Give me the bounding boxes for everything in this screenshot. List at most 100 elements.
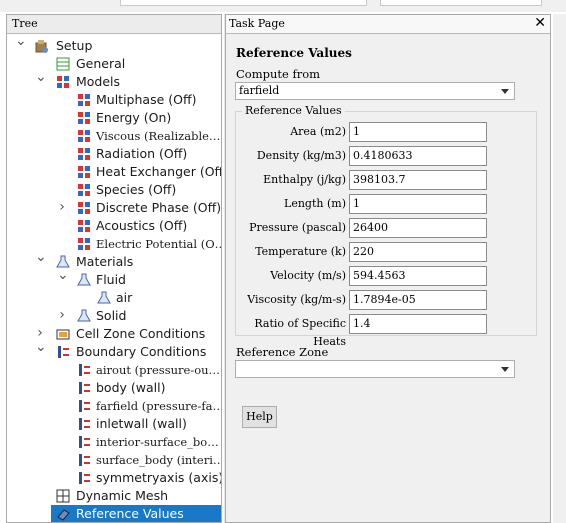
boundary-icon xyxy=(56,345,70,359)
tree-item-label: Heat Exchanger (Off) xyxy=(96,164,222,179)
model-grid-icon xyxy=(77,147,91,161)
boundary-icon xyxy=(77,453,91,467)
tree-item-label: airout (pressure-ou… xyxy=(96,363,221,377)
field-input[interactable]: 1 xyxy=(349,194,487,214)
tree-item-label: air xyxy=(116,290,133,305)
compute-from-value: farfield xyxy=(239,84,280,97)
field-input[interactable]: 1 xyxy=(349,122,487,142)
tree-item[interactable]: airout (pressure-ou… xyxy=(7,361,221,379)
reference-values-icon xyxy=(56,507,70,521)
tree-item-label: Materials xyxy=(76,254,134,269)
field-label: Density (kg/m3) xyxy=(256,149,346,162)
tree-item[interactable]: Energy (On) xyxy=(7,109,221,127)
tree-item-label: body (wall) xyxy=(96,380,166,395)
field-input[interactable]: 594.4563 xyxy=(349,266,487,286)
model-grid-icon xyxy=(77,219,91,233)
tree-item[interactable]: Heat Exchanger (Off) xyxy=(7,163,222,181)
field-label: Pressure (pascal) xyxy=(249,221,346,234)
boundary-icon xyxy=(77,471,91,485)
field-input[interactable]: 0.4180633 xyxy=(349,146,487,166)
tree-item-label: symmetryaxis (axis) xyxy=(96,470,222,485)
dynamic-mesh-icon xyxy=(56,489,70,503)
flask-icon xyxy=(77,273,91,287)
model-grid-icon xyxy=(77,201,91,215)
tree-item[interactable]: farfield (pressure-fa… xyxy=(7,397,222,415)
flask-icon xyxy=(97,291,111,305)
tree-item-label: Discrete Phase (Off) xyxy=(96,200,222,215)
tree-item[interactable]: Species (Off) xyxy=(7,181,221,199)
chevron-down-icon[interactable]: ⌄ xyxy=(57,266,69,284)
tree-item[interactable]: ⌄ Models xyxy=(7,69,221,91)
tree-item[interactable]: symmetryaxis (axis) xyxy=(7,469,222,487)
chevron-right-icon[interactable]: › xyxy=(57,306,67,324)
top-strip xyxy=(0,0,566,12)
tree-item[interactable]: › Discrete Phase (Off) xyxy=(7,198,222,217)
tree-item-label: inletwall (wall) xyxy=(96,416,187,431)
boundary-icon xyxy=(77,399,91,413)
model-grid-icon xyxy=(77,111,91,125)
field-label: Viscosity (kg/m-s) xyxy=(247,293,346,306)
tree-item[interactable]: Acoustics (Off) xyxy=(7,217,221,235)
tree-item-label: farfield (pressure-fa… xyxy=(96,399,222,413)
models-grid-icon xyxy=(56,75,70,89)
setup-box-icon xyxy=(34,39,48,53)
task-page-title: Task Page xyxy=(229,17,285,30)
tree-item[interactable]: › Solid xyxy=(7,306,221,325)
chevron-right-icon[interactable]: › xyxy=(57,198,67,216)
tree-item-label: Solid xyxy=(96,308,127,323)
tree-item[interactable]: air xyxy=(7,289,221,307)
compute-from-dropdown[interactable]: farfield xyxy=(235,82,515,100)
field-input[interactable]: 26400 xyxy=(349,218,487,238)
tree-item[interactable]: Dynamic Mesh xyxy=(7,487,221,505)
tree-header: Tree xyxy=(7,15,221,34)
chevron-down-icon[interactable]: ⌄ xyxy=(35,338,47,356)
field-input[interactable]: 398103.7 xyxy=(349,170,487,190)
model-grid-icon xyxy=(77,129,91,143)
tree-item[interactable]: Viscous (Realizable… xyxy=(7,127,221,145)
chevron-down-icon[interactable]: ⌄ xyxy=(15,32,27,50)
field-label: Velocity (m/s) xyxy=(270,269,346,282)
help-button[interactable]: Help xyxy=(242,406,277,428)
general-grid-icon xyxy=(56,57,70,71)
tree-item[interactable]: ⌄ Boundary Conditions xyxy=(7,339,221,361)
top-tab-mesh[interactable] xyxy=(120,0,367,6)
tree-item[interactable]: ⌄ Fluid xyxy=(7,267,221,289)
tree-item[interactable]: ⌄ Setup xyxy=(7,33,221,55)
tree-item-label: surface_body (interi… xyxy=(96,453,222,467)
tree-item[interactable]: inletwall (wall) xyxy=(7,415,221,433)
top-tab-boxes[interactable] xyxy=(380,0,542,6)
chevron-down-icon xyxy=(501,367,509,372)
field-input[interactable]: 1.4 xyxy=(349,314,487,334)
model-grid-icon xyxy=(77,165,91,179)
tree-item-label: Energy (On) xyxy=(96,110,172,125)
tree-item[interactable]: Radiation (Off) xyxy=(7,145,221,163)
tree-item[interactable]: Multiphase (Off) xyxy=(7,91,221,109)
boundary-icon xyxy=(77,417,91,431)
close-icon[interactable]: ✕ xyxy=(534,15,546,32)
boundary-icon xyxy=(77,381,91,395)
tree-item-label: Reference Values xyxy=(76,506,184,521)
chevron-down-icon[interactable]: ⌄ xyxy=(35,68,47,86)
field-input[interactable]: 220 xyxy=(349,242,487,262)
tree-item[interactable]: interior-surface_bo… xyxy=(7,433,221,451)
tree-item-label: Radiation (Off) xyxy=(96,146,188,161)
reference-zone-dropdown[interactable] xyxy=(235,360,515,378)
tree-item-label: Viscous (Realizable… xyxy=(96,129,221,143)
tree-panel: Tree ⌄ Setup General ⌄ Models Multiphase (Off… xyxy=(6,14,222,523)
tree-item[interactable]: surface_body (interi… xyxy=(7,451,222,469)
page-title: Reference Values xyxy=(236,46,352,60)
tree-item-label: Acoustics (Off) xyxy=(96,218,188,233)
tree-item[interactable]: Reference Values xyxy=(51,505,221,522)
model-grid-icon xyxy=(77,237,91,251)
tree-item-label: Dynamic Mesh xyxy=(76,488,169,503)
field-label: Temperature (k) xyxy=(255,245,346,258)
task-page-panel: Task Page ✕ Reference Values Compute fro… xyxy=(225,14,551,523)
tree-item[interactable]: body (wall) xyxy=(7,379,221,397)
field-label: Enthalpy (j/kg) xyxy=(263,173,346,186)
model-grid-icon xyxy=(77,183,91,197)
tree-item[interactable]: ⌄ Materials xyxy=(7,249,221,271)
field-input[interactable]: 1.7894e-05 xyxy=(349,290,487,310)
tree-item-label: Fluid xyxy=(96,272,126,287)
chevron-down-icon[interactable]: ⌄ xyxy=(35,248,47,266)
chevron-down-icon xyxy=(501,89,509,94)
